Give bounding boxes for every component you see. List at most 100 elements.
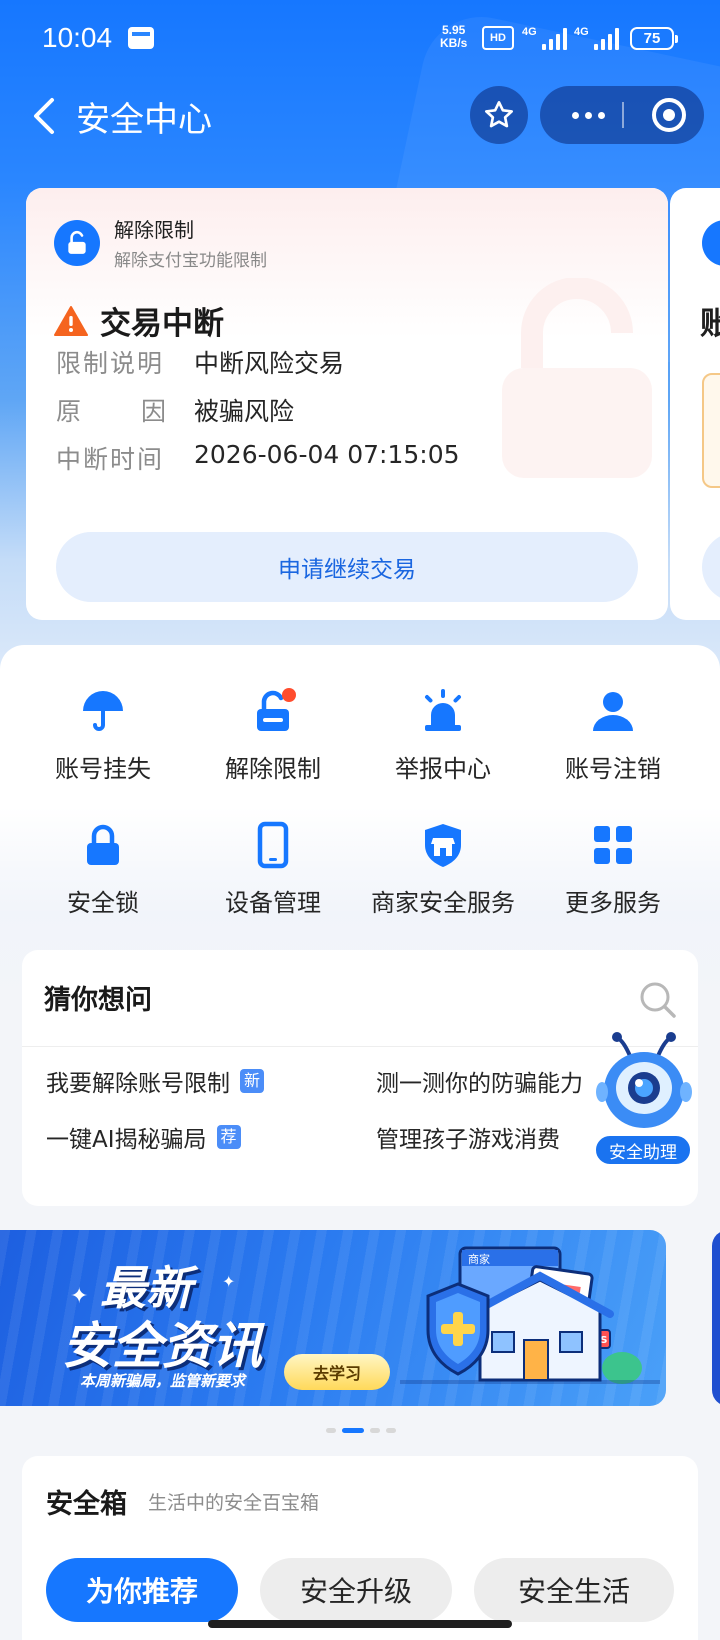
question-text: 我要解除账号限制 [46,1071,230,1097]
question-item[interactable]: 测一测你的防骗能力 [376,1064,583,1098]
grid-icon [594,826,632,864]
carousel-dot [370,1428,380,1433]
signal-label-2: 4G [574,26,589,38]
question-item[interactable]: 我要解除账号限制 新 [46,1064,265,1098]
detail-row-description: 限制说明 中断风险交易 [56,344,344,380]
service-label: 更多服务 [565,889,661,917]
carousel-dot [386,1428,396,1433]
illustration-shop-sign: 商家 [468,1252,490,1266]
lock-watermark-icon [502,278,652,478]
go-learn-button[interactable]: 去学习 [284,1354,390,1390]
tab-recommended[interactable]: 为你推荐 [46,1558,238,1622]
alarm-icon [425,689,461,731]
restriction-card-subtitle: 解除支付宝功能限制 [114,251,267,271]
status-time: 10:04 [42,22,113,53]
detail-value: 被骗风险 [194,397,295,426]
more-options-icon[interactable] [560,86,616,144]
service-more[interactable]: 更多服务 [528,821,698,918]
next-card-peek[interactable]: 账 [670,188,720,620]
umbrella-icon [83,691,123,731]
user-icon [593,692,633,731]
signal-label-1: 4G [522,26,537,38]
unlock-icon [257,688,296,731]
service-security-lock[interactable]: 安全锁 [18,821,188,918]
network-speed-unit: KB/s [440,36,468,50]
next-banner-peek[interactable] [712,1230,720,1406]
restriction-card: 解除限制 解除支付宝功能限制 交易中断 限制说明 中断风险交易 原 因 被骗风险… [26,188,668,620]
service-merchant-security[interactable]: 商家安全服务 [358,821,528,918]
card-notification-icon [128,27,154,49]
service-account-cancel[interactable]: 账号注销 [528,687,698,784]
service-report-center[interactable]: 举报中心 [358,687,528,784]
phone-icon [257,821,289,869]
restriction-status-text: 交易中断 [100,306,224,342]
recommend-tag: 荐 [216,1125,241,1149]
detail-key: 中断时间 [56,445,165,474]
hd-voice-icon: HD [482,26,514,50]
security-assistant-button[interactable]: 安全助理 [594,1030,694,1170]
service-account-loss[interactable]: 账号挂失 [18,687,188,784]
service-label: 举报中心 [395,755,491,783]
star-icon [485,101,513,128]
restriction-status: 交易中断 [54,298,224,343]
robot-mascot-icon [596,1032,692,1128]
next-card-box [702,373,720,488]
unlock-badge-icon [54,220,100,266]
detail-key-part: 因 [140,397,168,426]
next-card-button [702,532,720,602]
search-icon[interactable] [638,980,678,1020]
close-mini-program-button[interactable] [640,86,698,144]
assistant-label: 安全助理 [594,1134,692,1166]
guess-title: 猜你想问 [44,985,152,1016]
service-label: 设备管理 [225,889,321,917]
target-icon [652,98,686,132]
service-label: 账号注销 [565,755,661,783]
sparkle-icon: ✦ [222,1272,236,1291]
detail-key: 限制说明 [56,349,165,378]
service-device-management[interactable]: 设备管理 [188,821,358,918]
mini-program-capsule [540,86,704,144]
back-arrow-icon[interactable] [26,96,66,136]
safety-box-subtitle: 生活中的安全百宝箱 [148,1492,320,1514]
banner-title-line2: 安全资讯 [62,1317,262,1375]
service-label: 账号挂失 [55,755,151,783]
house-shield-illustration-icon: 商家 NEWS [400,1246,660,1384]
carousel-dot-active [342,1428,364,1433]
new-tag: 新 [240,1069,265,1093]
question-text: 管理孩子游戏消费 [376,1127,560,1153]
page-title: 安全中心 [76,100,212,140]
shield-badge-icon [702,220,720,266]
question-item[interactable]: 管理孩子游戏消费 [376,1120,560,1154]
warning-icon [54,305,88,336]
service-label: 安全锁 [67,889,139,917]
apply-continue-trade-button[interactable]: 申请继续交易 [56,532,638,602]
carousel-indicator [326,1428,396,1433]
nav-bar: 安全中心 [0,80,720,150]
favorite-button[interactable] [470,86,528,144]
restriction-card-title: 解除限制 [114,218,194,242]
capsule-divider [622,102,624,128]
service-lift-restriction[interactable]: 解除限制 [188,687,358,784]
detail-value: 中断风险交易 [194,349,345,378]
services-grid: 账号挂失 解除限制 举报中心 账号注销 安全锁 设备管理 商家安全服务 更多服务 [0,645,720,918]
safety-box-title: 安全箱 [46,1489,127,1520]
detail-row-time: 中断时间 2026-06-04 07:15:05 [56,440,460,476]
question-text: 测一测你的防骗能力 [376,1071,583,1097]
tab-safe-life[interactable]: 安全生活 [474,1558,674,1622]
service-label: 商家安全服务 [371,889,515,917]
lock-icon [87,824,119,865]
banner-subtitle: 本周新骗局，监管新要求 [80,1372,246,1390]
network-speed: 5.95 KB/s [440,24,467,50]
detail-row-reason: 原 因 被骗风险 [56,392,294,428]
signal-bars-2-icon [594,26,619,50]
carousel-dot [326,1428,336,1433]
question-item[interactable]: 一键AI揭秘骗局 荐 [46,1120,241,1154]
service-label: 解除限制 [225,755,321,783]
question-text: 一键AI揭秘骗局 [46,1127,207,1153]
home-indicator[interactable] [208,1620,512,1628]
security-news-banner[interactable]: ✦ ✦ 最新 安全资讯 本周新骗局，监管新要求 去学习 商家 NEWS [0,1230,666,1406]
tab-security-upgrade[interactable]: 安全升级 [260,1558,452,1622]
detail-key: 原 因 [56,392,168,428]
detail-value: 2026-06-04 07:15:05 [194,440,460,469]
safety-box-section: 安全箱 生活中的安全百宝箱 为你推荐 安全升级 安全生活 [22,1456,698,1640]
